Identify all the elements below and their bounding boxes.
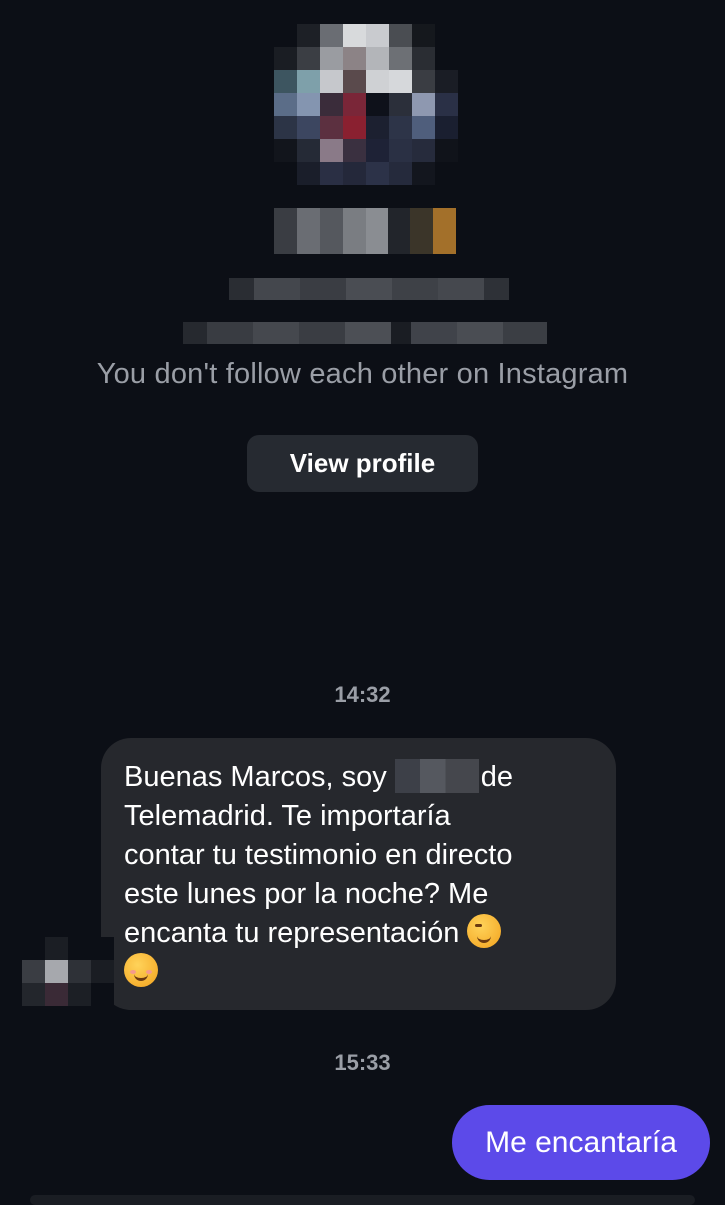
outgoing-message-bubble[interactable]: Me encantaría — [452, 1105, 710, 1180]
redacted-display-name — [274, 208, 456, 254]
incoming-message-text: Buenas Marcos, soy de Telemadrid. Te imp… — [124, 758, 604, 992]
message-line-5-text: encanta tu representación — [124, 917, 468, 949]
message-line-1-end: de — [480, 761, 514, 793]
smiling-face-emoji-icon — [124, 953, 158, 987]
redacted-followers-info — [183, 322, 547, 344]
message-timestamp: 14:32 — [334, 682, 391, 707]
incoming-message-bubble[interactable]: Buenas Marcos, soy de Telemadrid. Te imp… — [101, 738, 616, 1010]
profile-avatar-redacted[interactable] — [274, 24, 458, 185]
redacted-username — [229, 278, 509, 300]
message-line-2: Telemadrid. Te importaría — [124, 800, 451, 832]
follow-status-note: You don't follow each other on Instagram — [96, 358, 629, 390]
redacted-sender-name — [394, 759, 479, 793]
sender-avatar-redacted[interactable] — [22, 937, 114, 1006]
message-composer-edge[interactable] — [30, 1195, 695, 1205]
message-line-6 — [124, 953, 604, 992]
message-line-5: encanta tu representación — [124, 914, 604, 953]
message-line-1-start: Buenas Marcos, soy — [124, 761, 395, 793]
message-line-4: este lunes por la noche? Me — [124, 878, 489, 910]
message-line-1: Buenas Marcos, soy de — [124, 758, 604, 797]
message-line-3: contar tu testimonio en directo — [124, 839, 513, 871]
message-timestamp: 15:33 — [334, 1050, 391, 1075]
view-profile-button[interactable]: View profile — [247, 435, 478, 492]
winking-face-emoji-icon — [467, 914, 502, 948]
